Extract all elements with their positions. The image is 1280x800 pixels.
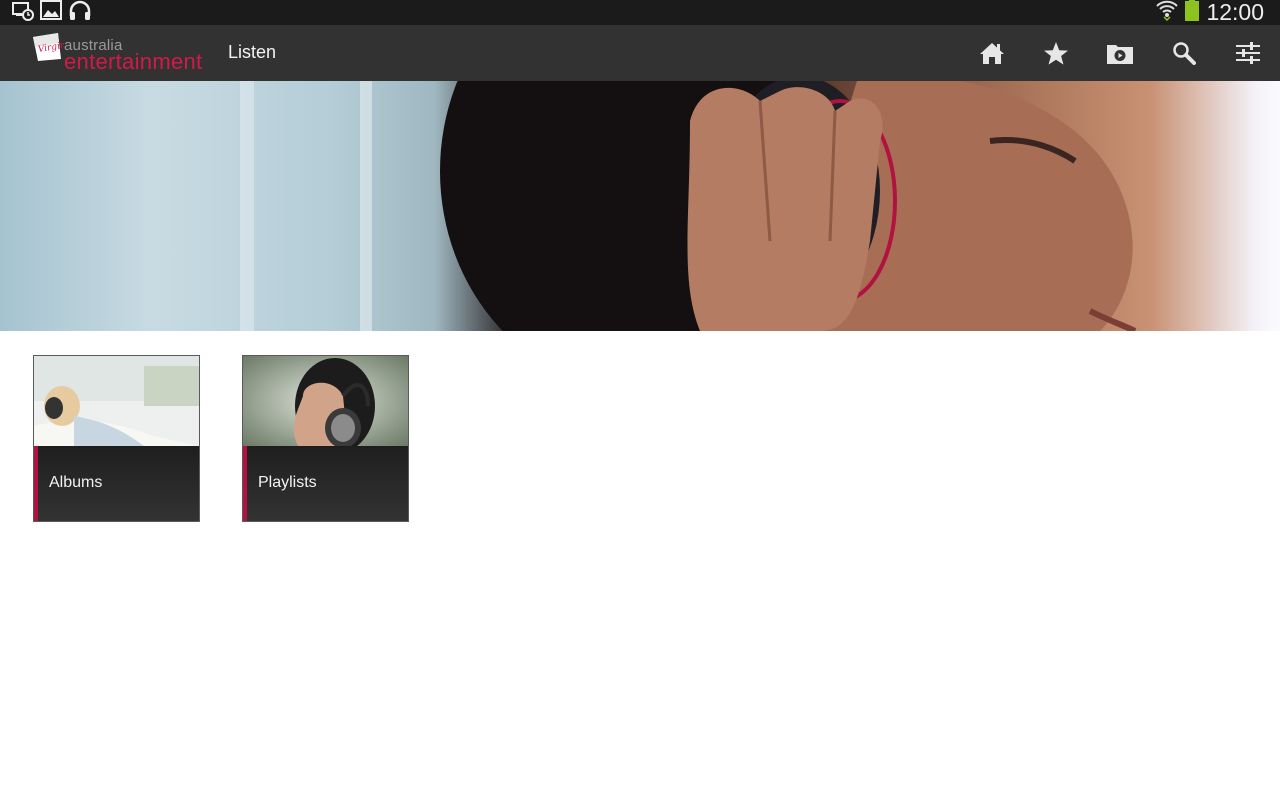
tile-accent-bar [34,446,38,521]
home-button[interactable] [960,25,1024,81]
albums-tile[interactable]: Albums [33,355,200,522]
status-time: 12:00 [1206,0,1264,25]
albums-label: Albums [49,474,103,491]
home-icon [980,43,1004,64]
my-media-button[interactable] [1088,25,1152,81]
star-icon [1044,41,1068,65]
page-title: Listen [228,42,277,62]
video-folder-icon [1107,45,1133,64]
virgin-badge-icon: Virgin [33,33,64,61]
logo-entertainment-text: entertainment [64,49,203,74]
playlists-label: Playlists [258,474,317,491]
search-button[interactable] [1152,25,1216,81]
woman-relaxing-with-headphones [34,356,199,446]
wifi-icon [1156,0,1179,26]
hero-banner [0,81,1280,331]
gallery-icon [40,0,62,25]
action-bar: Virgin australia entertainment Listen [0,25,1280,81]
settings-sliders-icon [1236,42,1260,64]
status-notifications [12,0,92,26]
favourites-button[interactable] [1024,25,1088,81]
albums-tile-footer: Albums [34,446,199,521]
screen-timer-icon [12,0,34,26]
status-bar: 12:00 [0,0,1280,25]
man-with-headphones [243,356,408,446]
settings-button[interactable] [1216,25,1280,81]
playlists-tile-footer: Playlists [243,446,408,521]
battery-icon [1184,0,1200,27]
playlists-tile[interactable]: Playlists [242,355,409,522]
virgin-australia-entertainment-logo[interactable]: Virgin australia entertainment [30,31,206,75]
headphones-icon [68,0,92,26]
tile-accent-bar [243,446,247,521]
action-bar-icons [960,25,1280,81]
search-icon [1173,42,1196,65]
woman-with-headphones-banner [240,81,1137,331]
